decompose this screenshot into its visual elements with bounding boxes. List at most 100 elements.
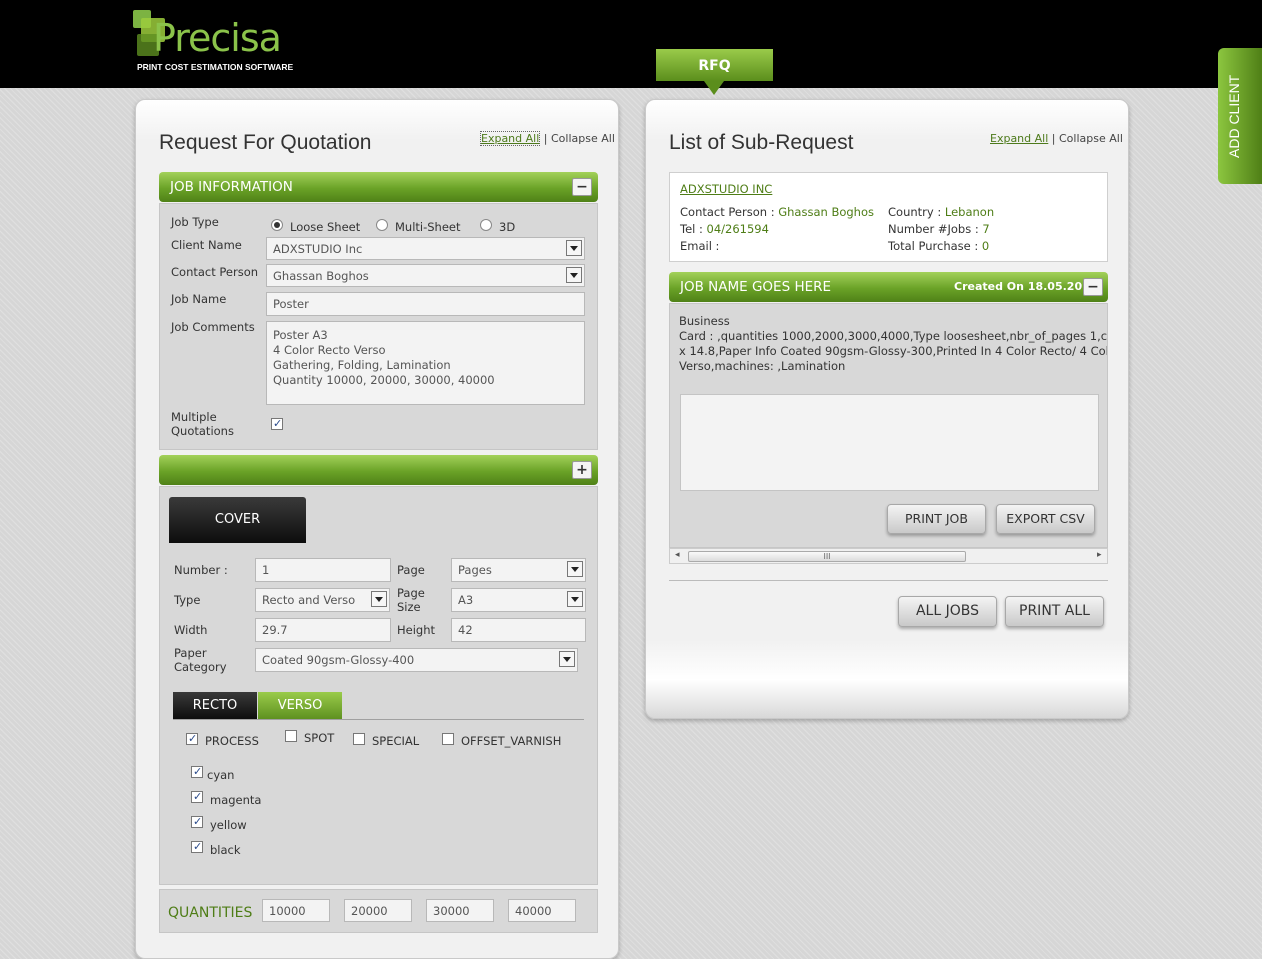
black-checkbox[interactable] (191, 840, 203, 853)
comment-line: Gathering, Folding, Lamination (273, 358, 451, 372)
collapse-all-link[interactable]: Collapse All (1059, 132, 1123, 145)
page-select[interactable]: Pages (451, 558, 586, 582)
horizontal-scrollbar[interactable]: ◂ III ▸ (669, 548, 1108, 564)
page-size-select[interactable]: A3 (451, 588, 586, 612)
chevron-down-icon (371, 591, 387, 607)
job-comments-label: Job Comments (171, 320, 255, 334)
job-notes-area[interactable] (680, 394, 1099, 491)
client-name-link[interactable]: ADXSTUDIO INC (680, 182, 772, 196)
chevron-down-icon (566, 267, 582, 283)
spot-label: SPOT (304, 731, 335, 745)
paper-category-select[interactable]: Coated 90gsm-Glossy-400 (255, 648, 578, 672)
client-email: Email : (680, 239, 719, 253)
add-client-label: ADD CLIENT (1226, 74, 1242, 158)
expand-collapse-controls: Expand All | Collapse All (990, 132, 1123, 145)
quantity-input-2[interactable]: 20000 (344, 899, 412, 922)
job-type-label: Job Type (171, 215, 219, 229)
print-section-header[interactable] (159, 455, 598, 485)
job-name-title: JOB NAME GOES HERE (680, 279, 832, 295)
cyan-checkbox[interactable] (191, 765, 203, 778)
client-country: Country : Lebanon (888, 205, 994, 219)
expand-all-link[interactable]: Expand All (990, 132, 1048, 145)
jobs-label: Number #Jobs : (888, 222, 979, 236)
type-label: Type (174, 593, 201, 607)
type-select[interactable]: Recto and Verso (255, 588, 390, 612)
print-all-button[interactable]: PRINT ALL (1005, 596, 1104, 627)
magenta-checkbox[interactable] (191, 790, 203, 803)
page-value: Pages (458, 563, 492, 577)
offset-varnish-checkbox[interactable] (442, 733, 454, 745)
all-jobs-button[interactable]: ALL JOBS (898, 596, 997, 627)
quantity-input-1[interactable]: 10000 (262, 899, 330, 922)
description-line: Business (679, 314, 730, 328)
scroll-right-arrow-icon[interactable]: ▸ (1097, 550, 1102, 560)
job-header[interactable]: JOB NAME GOES HERE Created On 18.05.2012 (669, 272, 1108, 302)
label-line: Paper (174, 646, 207, 660)
job-comments-textarea[interactable]: Poster A3 4 Color Recto Verso Gathering,… (266, 321, 585, 405)
tab-verso[interactable]: VERSO (258, 692, 342, 719)
label-line: Page (397, 586, 425, 600)
radio-3d[interactable] (480, 219, 492, 231)
collapse-job-button[interactable]: − (1083, 278, 1103, 296)
separator: | (1051, 132, 1056, 145)
collapse-all-link[interactable]: Collapse All (551, 132, 615, 145)
height-label: Height (397, 623, 436, 637)
cover-tab[interactable]: COVER (169, 497, 306, 543)
job-information-header[interactable]: JOB INFORMATION (159, 172, 598, 202)
number-input[interactable]: 1 (255, 558, 391, 582)
chevron-down-icon (559, 651, 575, 667)
rfq-tab[interactable]: RFQ (656, 49, 773, 81)
special-checkbox[interactable] (353, 733, 365, 745)
add-client-button[interactable]: ADD CLIENT (1218, 48, 1262, 184)
job-name-input[interactable]: Poster (266, 292, 585, 316)
radio-multi-sheet[interactable] (376, 219, 388, 231)
process-checkbox[interactable] (186, 732, 198, 745)
tab-divider (173, 719, 584, 720)
purchase-value: 0 (981, 239, 990, 253)
expand-all-link[interactable]: Expand All (480, 131, 541, 146)
client-contact: Contact Person : Ghassan Boghos (680, 205, 874, 219)
chevron-down-icon (566, 240, 582, 256)
scroll-left-arrow-icon[interactable]: ◂ (675, 550, 680, 560)
export-csv-button[interactable]: EXPORT CSV (996, 504, 1095, 534)
client-name-value: ADXSTUDIO Inc (273, 242, 363, 256)
contact-value: Ghassan Boghos (778, 205, 874, 219)
logo-wordmark: Precisa (153, 16, 282, 60)
print-job-button[interactable]: PRINT JOB (887, 504, 986, 534)
chevron-down-icon (567, 591, 583, 607)
client-name-select[interactable]: ADXSTUDIO Inc (266, 237, 585, 260)
yellow-checkbox[interactable] (191, 815, 203, 828)
scroll-thumb[interactable]: III (688, 551, 966, 562)
height-input[interactable]: 42 (451, 618, 586, 642)
description-line: Card : ,quantities 1000,2000,3000,4000,T… (679, 329, 1108, 343)
precisa-logo[interactable]: Precisa PRINT COST ESTIMATION SOFTWARE (133, 10, 293, 74)
offset-varnish-label: OFFSET_VARNISH (461, 734, 562, 748)
collapse-section-button[interactable]: − (572, 178, 592, 196)
tab-recto-label: RECTO (192, 698, 238, 713)
special-label: SPECIAL (372, 734, 420, 748)
radio-loose-sheet[interactable] (271, 219, 283, 231)
top-header: Precisa PRINT COST ESTIMATION SOFTWARE (0, 0, 1262, 88)
job-description: Business Card : ,quantities 1000,2000,30… (679, 314, 1108, 374)
page-size-label: Page Size (397, 586, 425, 614)
contact-person-select[interactable]: Ghassan Boghos (266, 264, 585, 287)
multiple-quotations-checkbox[interactable] (271, 417, 283, 430)
quantity-input-3[interactable]: 30000 (426, 899, 494, 922)
page-size-value: A3 (458, 593, 474, 607)
radio-label-multi-sheet: Multi-Sheet (395, 220, 461, 234)
expand-section-button[interactable]: + (572, 461, 592, 479)
quantity-input-4[interactable]: 40000 (508, 899, 576, 922)
contact-person-label: Contact Person (171, 265, 259, 279)
client-name-label: Client Name (171, 238, 242, 252)
comment-line: 4 Color Recto Verso (273, 343, 386, 357)
rfq-tab-pointer (704, 81, 724, 95)
jobs-value: 7 (982, 222, 990, 236)
spot-checkbox[interactable] (285, 730, 297, 742)
country-value: Lebanon (944, 205, 995, 219)
logo-tagline: PRINT COST ESTIMATION SOFTWARE (137, 62, 294, 72)
width-input[interactable]: 29.7 (255, 618, 391, 642)
page-title: Request For Quotation (159, 131, 372, 154)
tab-recto[interactable]: RECTO (173, 692, 257, 719)
tab-verso-label: VERSO (277, 698, 323, 713)
magenta-label: magenta (210, 793, 262, 807)
